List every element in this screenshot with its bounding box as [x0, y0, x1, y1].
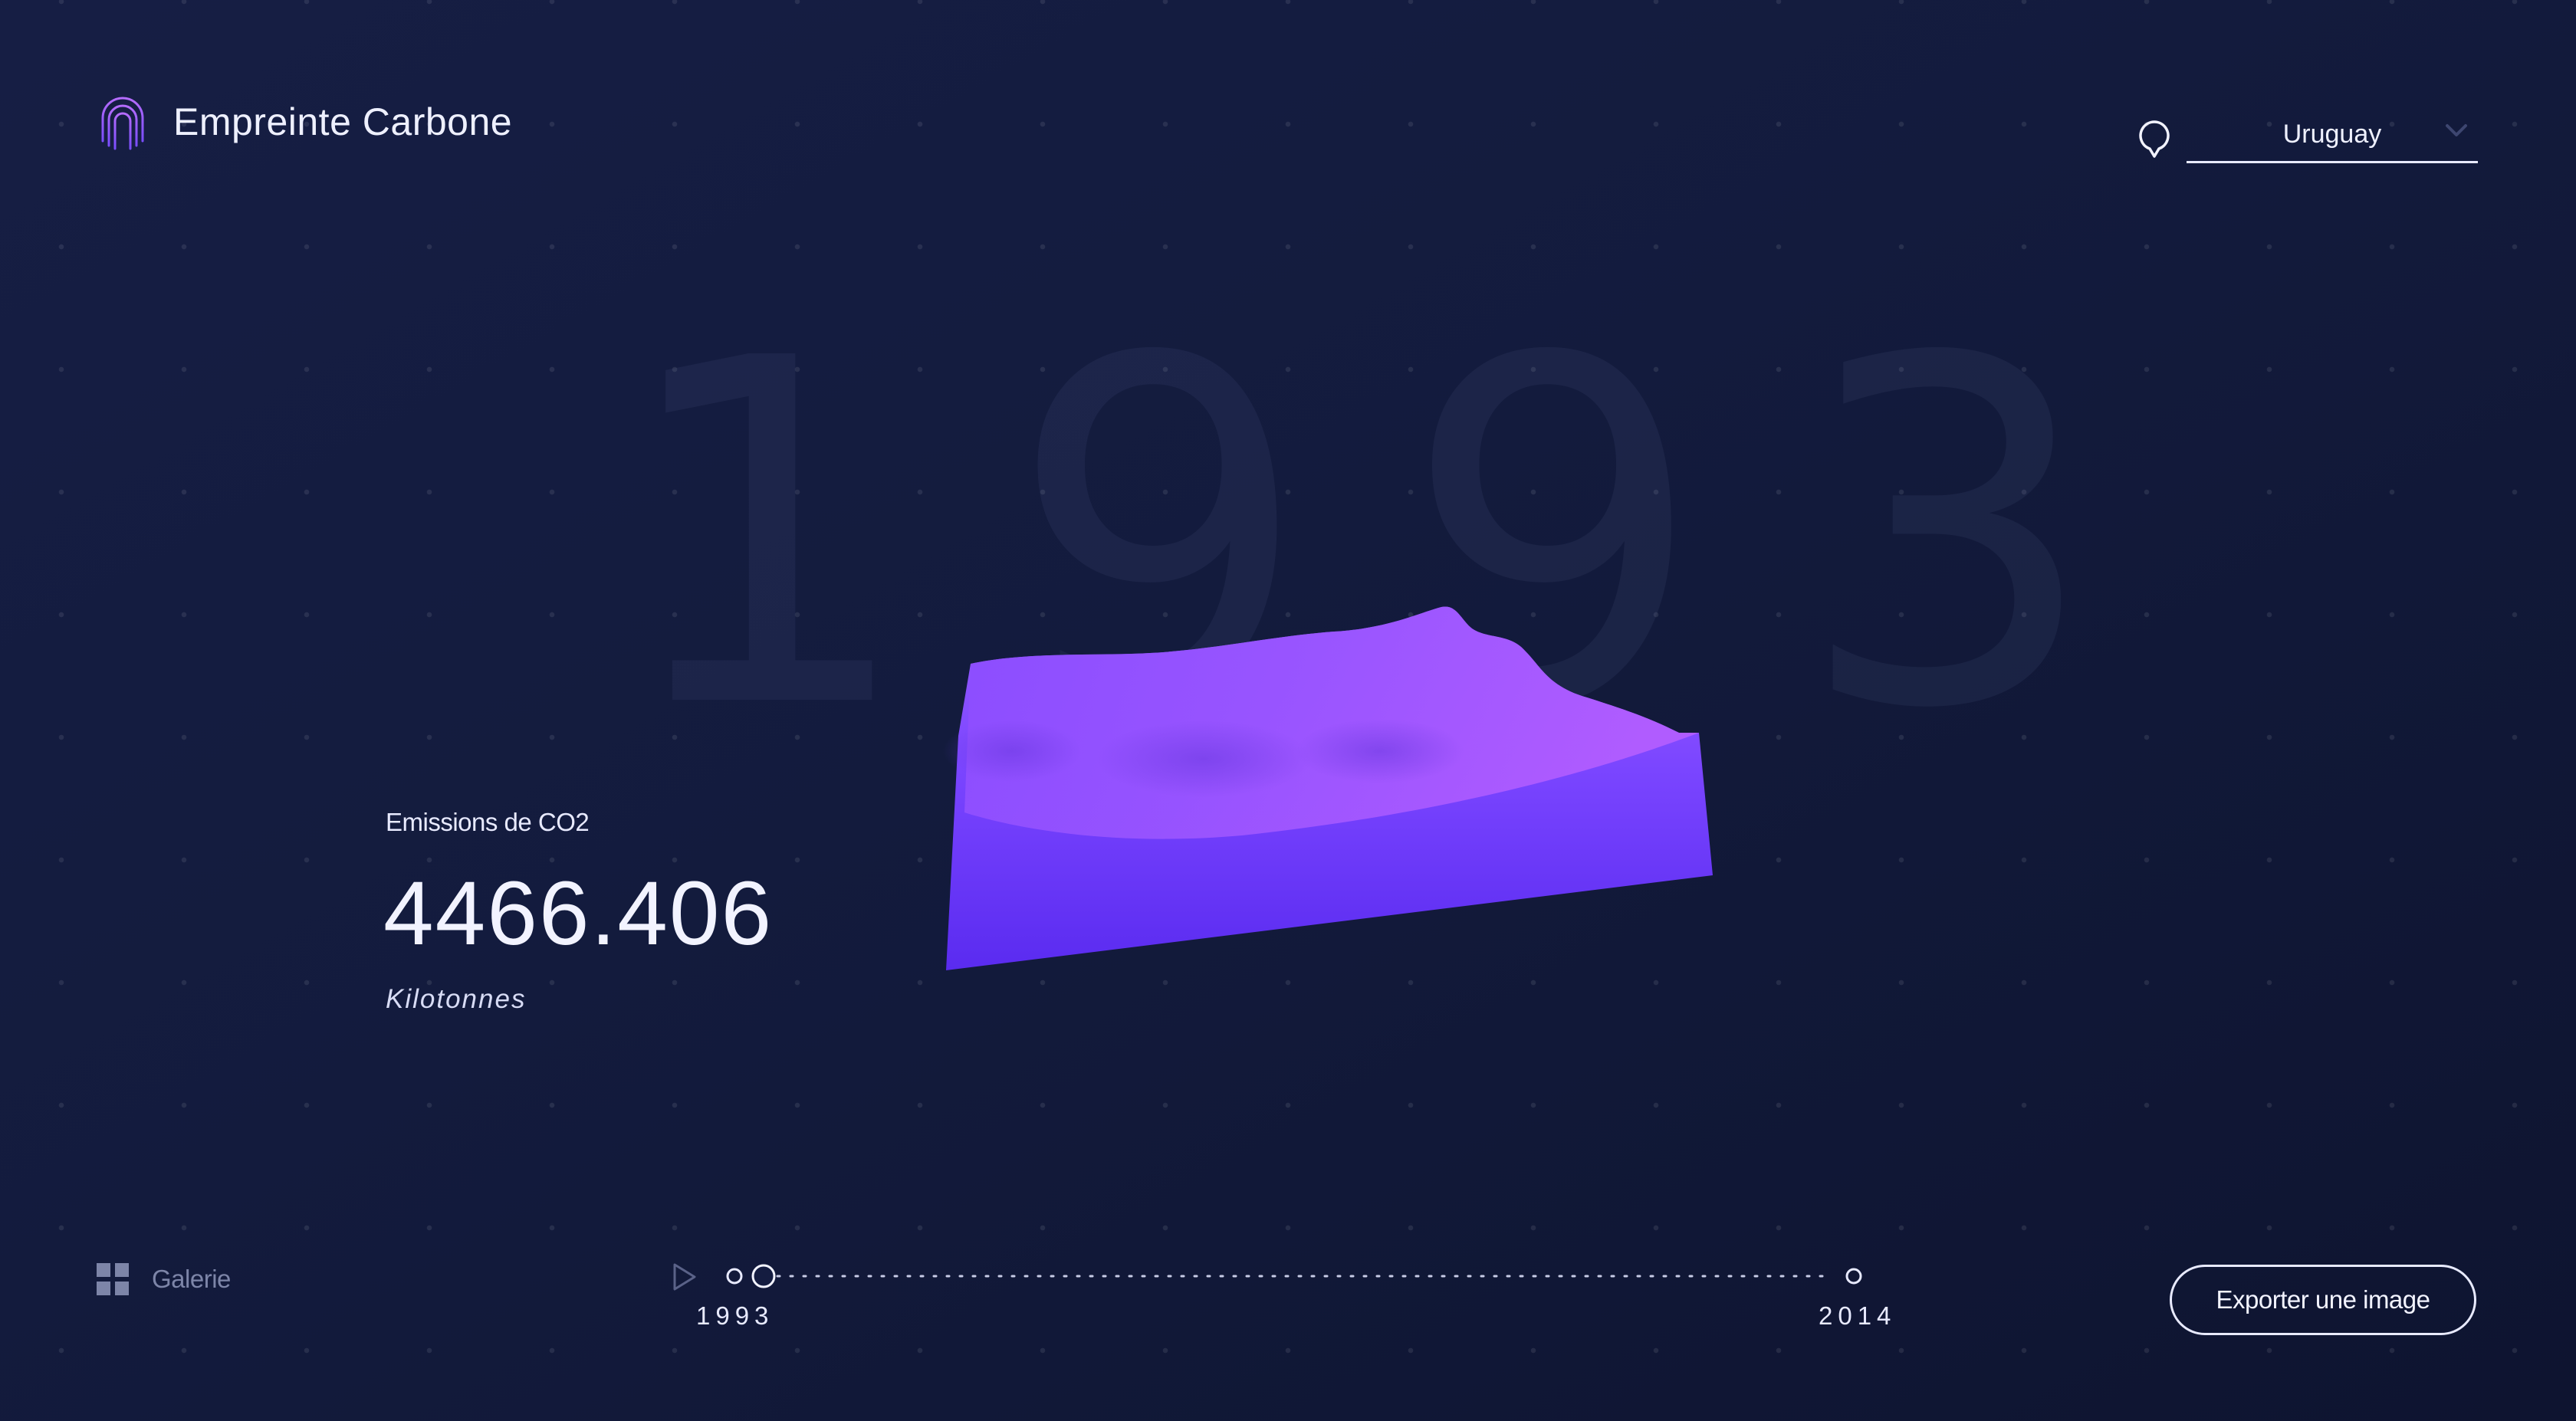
- timeline-start-label: 1993: [696, 1301, 774, 1330]
- timeline-handle[interactable]: [751, 1264, 776, 1288]
- app-title: Empreinte Carbone: [173, 100, 513, 143]
- map-pin-icon: [2139, 120, 2170, 158]
- timeline-start-marker: [726, 1268, 743, 1285]
- fingerprint-icon: [101, 97, 144, 152]
- grid-icon: [97, 1263, 129, 1295]
- country-select-value: Uruguay: [2282, 120, 2382, 149]
- metric-label: Emissions de CO2: [386, 808, 590, 836]
- timeline-end-marker: [1845, 1268, 1862, 1285]
- metric-unit: Kilotonnes: [386, 984, 527, 1014]
- country-select[interactable]: Uruguay: [2187, 115, 2478, 163]
- gallery-label: Galerie: [152, 1265, 231, 1293]
- emissions-terrain-visualization: [943, 606, 1713, 970]
- gallery-button[interactable]: Galerie: [97, 1263, 231, 1295]
- export-image-button[interactable]: Exporter une image: [2170, 1265, 2476, 1335]
- timeline-slider[interactable]: [721, 1257, 1871, 1295]
- chevron-down-icon: [2446, 124, 2467, 136]
- timeline-end-label: 2014: [1819, 1301, 1897, 1330]
- play-icon[interactable]: [672, 1262, 698, 1292]
- metric-value: 4466.406: [383, 863, 774, 964]
